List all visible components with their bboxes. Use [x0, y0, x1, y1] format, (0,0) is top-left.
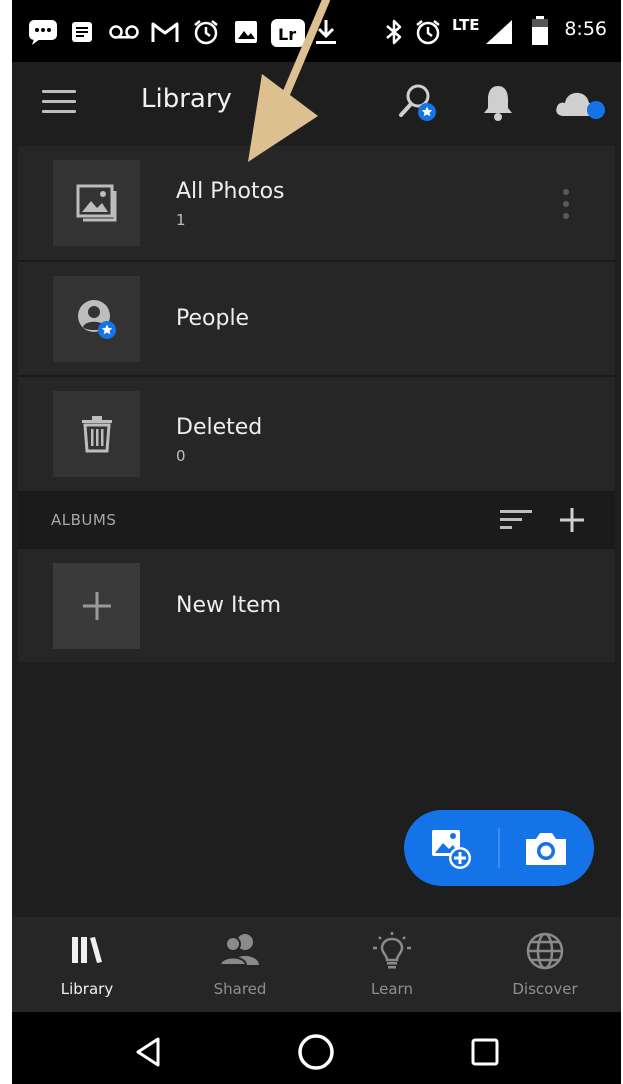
nav-tab-library[interactable]: Library: [12, 917, 162, 1012]
home-icon[interactable]: [296, 1032, 336, 1072]
globe-icon: [526, 932, 564, 970]
fab-divider: [498, 828, 500, 868]
lightbulb-icon: [373, 932, 411, 969]
sort-icon: [500, 510, 532, 529]
nav-tab-shared[interactable]: Shared: [165, 917, 315, 1012]
library-row-count: 1: [176, 211, 186, 229]
sort-albums-button[interactable]: [500, 509, 532, 531]
add-album-button[interactable]: [558, 506, 586, 534]
nav-tab-discover[interactable]: Discover: [470, 917, 620, 1012]
nav-tab-label: Library: [60, 980, 114, 998]
back-icon[interactable]: [134, 1036, 162, 1068]
albums-section-header: ALBUMS: [18, 491, 615, 549]
album-row-tile: [53, 563, 140, 649]
nav-tab-label: Shared: [213, 980, 267, 998]
albums-section-label: ALBUMS: [51, 511, 117, 529]
system-nav-bar: [12, 1012, 621, 1084]
shared-icon: [218, 934, 259, 966]
recents-icon[interactable]: [470, 1037, 500, 1067]
album-row-name: New Item: [176, 593, 282, 618]
annotation-arrow: [248, 0, 330, 162]
add-photos-fab: [404, 810, 594, 886]
nav-tab-label: Discover: [512, 980, 578, 998]
nav-tab-label: Learn: [371, 980, 413, 998]
library-row-tile: [53, 276, 140, 362]
add-photo-button[interactable]: [428, 826, 474, 870]
nav-tab-learn[interactable]: Learn: [317, 917, 467, 1012]
plus-icon: [560, 508, 584, 532]
library-row-count: 0: [176, 447, 186, 465]
camera-button[interactable]: [522, 830, 570, 868]
plus-icon: [82, 592, 111, 620]
bottom-nav: Library Shared Learn Discover: [12, 917, 621, 1012]
camera-icon: [526, 833, 566, 865]
library-row-tile: [53, 391, 140, 477]
library-row-name: Deleted: [176, 415, 263, 440]
trash-icon: [81, 416, 112, 453]
album-row-new-item[interactable]: New Item: [18, 549, 615, 662]
library-row-name: People: [176, 306, 250, 331]
people-icon: [77, 300, 116, 339]
library-icon: [72, 937, 102, 963]
add-photo-icon: [432, 830, 471, 869]
library-row-deleted[interactable]: Deleted 0: [18, 377, 615, 491]
library-row-people[interactable]: People: [18, 262, 615, 375]
